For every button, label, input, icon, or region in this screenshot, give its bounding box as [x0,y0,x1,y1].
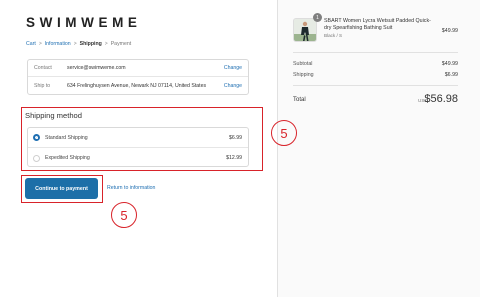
change-address-link[interactable]: Change [224,83,242,89]
product-thumbnail [293,18,317,42]
annotation-highlight-shipping [21,107,263,171]
product-name: SBART Women Lycra Wetsuit Padded Quick-d… [324,18,431,31]
review-block: Contact service@swimweme.com Change Ship… [27,59,249,95]
change-contact-link[interactable]: Change [224,65,242,71]
breadcrumb-information[interactable]: Information [45,41,71,47]
contact-label: Contact [34,65,52,71]
product-variant: Black / S [324,33,343,38]
shipping-cost-row: Shipping $6.99 [293,72,458,78]
breadcrumb-separator-icon: > [104,41,108,47]
swimsuit-image-icon [294,19,316,41]
store-logo[interactable]: SWIMWEME [26,15,142,30]
subtotal-row: Subtotal $49.99 [293,61,458,67]
ship-to-label: Ship to [34,82,51,89]
quantity-badge: 1 [313,13,322,22]
shipping-cost-value: $6.99 [444,72,458,78]
ship-to-row: Ship to 634 Frelinghuysen Avenue, Newark… [28,77,248,94]
contact-row: Contact service@swimweme.com Change [28,60,248,77]
total-value: $56.98 [424,93,458,105]
breadcrumb-separator-icon: > [38,41,42,47]
breadcrumb-shipping: Shipping [79,41,102,47]
breadcrumb-payment: Payment [110,41,132,47]
subtotal-label: Subtotal [293,61,313,67]
summary-divider [293,85,458,86]
contact-value: service@swimweme.com [67,65,126,71]
breadcrumb-cart[interactable]: Cart [26,41,36,47]
shipping-cost-label: Shipping [293,72,314,78]
breadcrumb: Cart > Information > Shipping > Payment [26,41,131,47]
total-label: Total [293,97,306,103]
annotation-step-badge: 5 [271,120,297,146]
breadcrumb-separator-icon: > [73,41,77,47]
summary-divider [293,52,458,53]
ship-to-value: 634 Frelinghuysen Avenue, Newark NJ 0711… [67,82,207,89]
product-price: $49.99 [441,28,458,34]
annotation-step-badge: 5 [111,202,137,228]
annotation-highlight-continue [21,175,103,203]
order-summary-panel [277,0,480,297]
subtotal-value: $49.99 [441,61,458,67]
return-to-information-link[interactable]: Return to information [107,185,155,191]
